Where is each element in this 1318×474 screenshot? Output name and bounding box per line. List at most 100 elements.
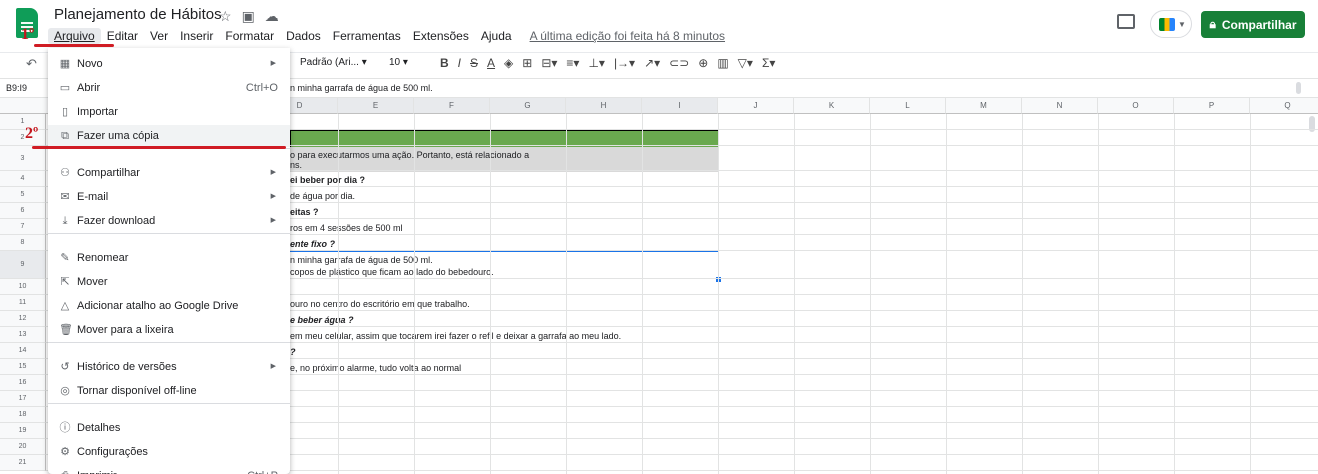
bold-button[interactable]: B <box>440 56 449 70</box>
menu-dados[interactable]: Dados <box>280 28 327 44</box>
comment-add-icon[interactable]: ⊕ <box>698 56 708 70</box>
menu-item-history[interactable]: ↺ Histórico de versões ▶ <box>48 356 290 378</box>
name-box[interactable]: B9:I9 <box>6 83 27 93</box>
menu-ajuda[interactable]: Ajuda <box>475 28 518 44</box>
menu-item-settings[interactable]: ⚙ Configurações <box>48 441 290 463</box>
undo-icon[interactable]: ↶ <box>26 56 37 72</box>
font-size-select[interactable]: 10 ▾ <box>389 57 408 68</box>
column-header-p[interactable]: P <box>1174 98 1250 114</box>
text-wrap-icon[interactable]: |→▾ <box>614 56 635 70</box>
align-horizontal-icon[interactable]: ≡▾ <box>566 56 579 70</box>
cell-r4[interactable]: ei beber por dia ? <box>290 175 365 185</box>
cell-r8[interactable]: ente fixo ? <box>290 239 335 249</box>
cell-r11[interactable]: ouro no centro do escritório em que trab… <box>290 299 470 309</box>
cell-r3-line2[interactable]: ns. <box>290 160 302 170</box>
star-icon[interactable]: ☆ <box>219 8 232 25</box>
menu-item-move[interactable]: ⇱ Mover <box>48 271 290 293</box>
cell-r5[interactable]: de água por dia. <box>290 191 355 201</box>
cell-r6[interactable]: eitas ? <box>290 207 319 217</box>
cloud-status-icon[interactable]: ☁ <box>265 8 279 25</box>
row-header-19[interactable]: 19 <box>0 423 46 439</box>
row-header-8[interactable]: 8 <box>0 235 46 251</box>
row-header-9[interactable]: 9 <box>0 251 46 279</box>
row-header-20[interactable]: 20 <box>0 439 46 455</box>
formula-bar-scroll[interactable] <box>1296 82 1301 94</box>
move-folder-icon[interactable]: ▣ <box>242 8 255 25</box>
row-header-14[interactable]: 14 <box>0 343 46 359</box>
share-button[interactable]: 🔒︎ Compartilhar <box>1201 11 1305 38</box>
menu-item-copy[interactable]: ⧉ Fazer uma cópia <box>48 125 290 147</box>
text-rotate-icon[interactable]: ↗▾ <box>644 56 660 70</box>
borders-icon[interactable]: ⊞ <box>522 56 532 70</box>
column-header-n[interactable]: N <box>1022 98 1098 114</box>
merge-cells-icon[interactable]: ⊟▾ <box>541 56 557 70</box>
column-header-e[interactable]: E <box>338 98 414 114</box>
functions-icon[interactable]: Σ▾ <box>762 56 775 70</box>
italic-button[interactable]: I <box>458 56 461 70</box>
menu-item-import[interactable]: ▯ Importar <box>48 101 290 123</box>
menu-item-info[interactable]: ⓘ Detalhes <box>48 417 290 439</box>
menu-item-download[interactable]: ⤓ Fazer download ▶ <box>48 210 290 232</box>
menu-inserir[interactable]: Inserir <box>174 28 219 44</box>
formula-input[interactable]: n minha garrafa de água de 500 ml. <box>290 83 433 93</box>
filter-icon[interactable]: ▽▾ <box>738 56 753 70</box>
cell-r7[interactable]: ros em 4 sessões de 500 ml <box>290 223 403 233</box>
font-select[interactable]: Padrão (Ari... ▾ <box>300 57 367 68</box>
cell-r3-line1[interactable]: o para executarmos uma ação. Portanto, e… <box>290 150 529 160</box>
row-header-5[interactable]: 5 <box>0 187 46 203</box>
row-header-3[interactable]: 3 <box>0 146 46 171</box>
column-header-i[interactable]: I <box>642 98 718 114</box>
column-header-f[interactable]: F <box>414 98 490 114</box>
menu-formatar[interactable]: Formatar <box>219 28 280 44</box>
column-header-o[interactable]: O <box>1098 98 1174 114</box>
menu-editar[interactable]: Editar <box>101 28 144 44</box>
chart-icon[interactable]: ▥ <box>717 56 728 70</box>
menu-item-offline[interactable]: ◎ Tornar disponível off-line <box>48 380 290 402</box>
document-title[interactable]: Planejamento de Hábitos <box>54 6 222 23</box>
meet-button[interactable]: ▼ <box>1150 10 1192 38</box>
row-header-1[interactable]: 1 <box>0 114 46 130</box>
row-header-12[interactable]: 12 <box>0 311 46 327</box>
fill-color-icon[interactable]: ◈ <box>504 56 513 70</box>
row-header-11[interactable]: 11 <box>0 295 46 311</box>
row-header-17[interactable]: 17 <box>0 391 46 407</box>
column-header-m[interactable]: M <box>946 98 1022 114</box>
menu-item-folder[interactable]: ▭ Abrir Ctrl+O <box>48 77 290 99</box>
cell-r12[interactable]: e beber água ? <box>290 315 354 325</box>
menu-item-email[interactable]: ✉ E-mail ▶ <box>48 186 290 208</box>
menu-item-new-sheet[interactable]: ▦ Novo ▶ <box>48 53 290 75</box>
row-header-6[interactable]: 6 <box>0 203 46 219</box>
row-header-18[interactable]: 18 <box>0 407 46 423</box>
row-header-10[interactable]: 10 <box>0 279 46 295</box>
menu-item-trash[interactable]: 🗑︎ Mover para a lixeira <box>48 319 290 341</box>
menu-item-print[interactable]: ⎙ Imprimir Ctrl+P <box>48 465 290 474</box>
row-header-4[interactable]: 4 <box>0 171 46 187</box>
menu-ver[interactable]: Ver <box>144 28 174 44</box>
column-header-k[interactable]: K <box>794 98 870 114</box>
column-header-j[interactable]: J <box>718 98 794 114</box>
last-edit-link[interactable]: A última edição foi feita há 8 minutos <box>524 28 731 44</box>
row-header-7[interactable]: 7 <box>0 219 46 235</box>
menu-ferramentas[interactable]: Ferramentas <box>327 28 407 44</box>
menu-item-share[interactable]: ⚇ Compartilhar ▶ <box>48 162 290 184</box>
row-header-13[interactable]: 13 <box>0 327 46 343</box>
row-header-15[interactable]: 15 <box>0 359 46 375</box>
cell-r13[interactable]: em meu celular, assim que tocarem irei f… <box>290 331 621 341</box>
row-header-2[interactable]: 2 <box>0 130 46 146</box>
menu-item-rename[interactable]: ✎ Renomear <box>48 247 290 269</box>
row-header-16[interactable]: 16 <box>0 375 46 391</box>
cell-r14[interactable]: ? <box>290 347 296 357</box>
text-color-button[interactable]: A <box>487 56 495 70</box>
column-header-g[interactable]: G <box>490 98 566 114</box>
comment-icon[interactable] <box>1117 14 1135 29</box>
column-header-h[interactable]: H <box>566 98 642 114</box>
row-header-21[interactable]: 21 <box>0 455 46 471</box>
cell-r15[interactable]: e, no próximo alarme, tudo volta ao norm… <box>290 363 461 373</box>
link-icon[interactable]: ⊂⊃ <box>669 56 689 70</box>
column-header-q[interactable]: Q <box>1250 98 1318 114</box>
strikethrough-button[interactable]: S <box>470 56 478 70</box>
column-header-l[interactable]: L <box>870 98 946 114</box>
align-vertical-icon[interactable]: ⊥▾ <box>588 56 604 70</box>
menu-item-drive-shortcut[interactable]: △ Adicionar atalho ao Google Drive <box>48 295 290 317</box>
menu-arquivo[interactable]: Arquivo <box>48 28 101 44</box>
